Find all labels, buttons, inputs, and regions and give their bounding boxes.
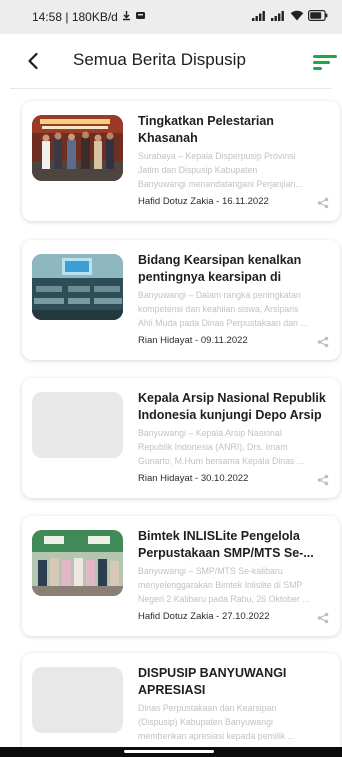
news-author-date: Rian Hidayat - 09.11.2022 (138, 335, 248, 346)
app-header: Semua Berita Dispusip (0, 34, 342, 88)
news-excerpt: Banyuwangi – Kepala Arsip Nasional Repub… (138, 428, 305, 466)
share-icon[interactable] (317, 336, 329, 348)
status-left: 14:58 | 180KB/d (32, 10, 146, 24)
status-time-speed: 14:58 | 180KB/d (32, 10, 118, 24)
system-nav-bar (0, 747, 342, 757)
status-right (252, 10, 328, 24)
back-button[interactable] (20, 48, 46, 74)
news-author-date: Rian Hidayat - 30.10.2022 (138, 473, 249, 484)
header-divider (10, 88, 332, 89)
news-excerpt: Surabaya – Kepala Disperpusip Provinsi J… (138, 151, 303, 189)
news-excerpt: Banyuwangi – Dalam rangka peningkatan ko… (138, 290, 308, 328)
news-card[interactable]: DISPUSIP BANYUWANGI APRESIASI PEMILIK NA… (22, 653, 340, 757)
news-author-date: Hafid Dotuz Zakia - 16.11.2022 (138, 196, 269, 207)
battery-icon (308, 10, 328, 24)
news-title: Kepala Arsip Nasional Republik Indonesia… (138, 391, 326, 422)
status-bar: 14:58 | 180KB/d (0, 0, 342, 34)
news-thumbnail-placeholder (32, 392, 123, 458)
news-title: Bidang Kearsipan kenalkan pentingnya kea… (138, 253, 302, 284)
signal-icon (252, 10, 267, 24)
news-title: DISPUSIP BANYUWANGI APRESIASI PEMILIK NA… (138, 666, 287, 697)
news-card[interactable]: Kepala Arsip Nasional Republik Indonesia… (22, 378, 340, 498)
home-gesture-handle[interactable] (124, 750, 214, 753)
news-thumbnail (32, 254, 123, 320)
share-icon[interactable] (317, 197, 329, 209)
news-author-date: Hafid Dotuz Zakia - 27.10.2022 (138, 611, 270, 622)
news-excerpt: Banyuwangi – SMP/MTS Se-kalibaru menyele… (138, 566, 310, 604)
share-icon[interactable] (317, 474, 329, 486)
news-thumbnail (32, 115, 123, 181)
news-title: Tingkatkan Pelestarian Khasanah Bangsa, … (138, 114, 274, 145)
news-card[interactable]: Bimtek INLISLite Pengelola Perpustakaan … (22, 516, 340, 636)
filter-button[interactable] (313, 52, 337, 72)
news-card[interactable]: Bidang Kearsipan kenalkan pentingnya kea… (22, 240, 340, 360)
notification-icon (135, 10, 146, 24)
page-title: Semua Berita Dispusip (73, 50, 246, 69)
chevron-left-icon (28, 52, 38, 70)
download-icon (121, 10, 132, 24)
sort-filter-icon (313, 55, 337, 70)
signal-icon (271, 10, 286, 24)
news-thumbnail (32, 530, 123, 596)
news-excerpt: Dinas Perpustakaan dan Kearsipan (Dispus… (138, 703, 295, 741)
news-card[interactable]: Tingkatkan Pelestarian Khasanah Bangsa, … (22, 101, 340, 221)
share-icon[interactable] (317, 612, 329, 624)
news-thumbnail-placeholder (32, 667, 123, 733)
wifi-icon (290, 10, 304, 24)
news-title: Bimtek INLISLite Pengelola Perpustakaan … (138, 529, 314, 560)
